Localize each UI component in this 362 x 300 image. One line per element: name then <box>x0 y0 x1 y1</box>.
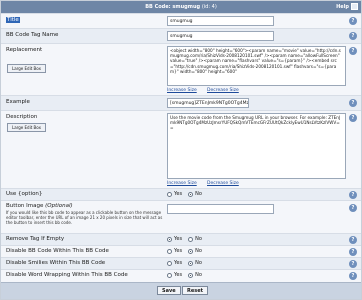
row-disable-bbcode: Disable BB Code Within This BB Code Yes … <box>1 245 361 257</box>
row-tag-name: BB Code Tag Name smugmug ? <box>1 28 361 43</box>
row-replacement: Replacement Large Edit Box <object width… <box>1 43 361 95</box>
title-input[interactable]: smugmug <box>167 16 274 26</box>
form-id: (id: 4) <box>201 4 217 10</box>
help-icon[interactable]: ? <box>349 114 357 122</box>
replacement-large-edit-button[interactable]: Large Edit Box <box>7 64 46 73</box>
help-icon[interactable]: ? <box>349 32 357 40</box>
description-decrease-size[interactable]: Decrease Size <box>207 181 239 186</box>
replacement-decrease-size[interactable]: Decrease Size <box>207 88 239 93</box>
replacement-increase-size[interactable]: Increase Size <box>167 88 197 93</box>
form-footer: Save Reset <box>1 282 361 299</box>
disable-smilies-radios: Yes No <box>167 260 202 266</box>
row-title: Title smugmug ? <box>1 13 361 28</box>
description-increase-size[interactable]: Increase Size <box>167 181 197 186</box>
radio-no-icon[interactable] <box>188 236 194 242</box>
radio-no-icon[interactable] <box>188 260 194 266</box>
use-option-label: Use {option} <box>6 191 43 197</box>
description-large-edit-button[interactable]: Large Edit Box <box>7 123 46 132</box>
use-option-yes[interactable]: Yes <box>167 191 182 197</box>
disable-bbcode-no[interactable]: No <box>188 248 202 254</box>
remove-tag-no[interactable]: No <box>188 236 202 242</box>
example-label: Example <box>6 99 30 105</box>
row-example: Example [smugmug]ZTEnJmk9NTg0OTg4MzUz ? <box>1 95 361 110</box>
tag-name-input[interactable]: smugmug <box>167 31 274 41</box>
use-option-no[interactable]: No <box>188 191 202 197</box>
disable-wrapping-label: Disable Word Wrapping Within This BB Cod… <box>6 272 128 278</box>
help-icon[interactable]: ? <box>349 47 357 55</box>
replacement-textarea[interactable]: <object width="800" height="600"><param … <box>167 46 346 86</box>
radio-yes-icon[interactable] <box>167 236 172 242</box>
button-image-input[interactable] <box>167 204 274 214</box>
disable-smilies-label: Disable Smilies Within This BB Code <box>6 260 106 266</box>
row-use-option: Use {option} Yes No ? <box>1 188 361 200</box>
remove-tag-label: Remove Tag If Empty <box>6 236 65 242</box>
disable-wrapping-radios: Yes No <box>167 272 202 278</box>
description-label: Description <box>6 114 38 120</box>
remove-tag-yes[interactable]: Yes <box>167 236 182 242</box>
save-button[interactable]: Save <box>157 286 181 295</box>
tag-name-label: BB Code Tag Name <box>6 32 59 38</box>
replacement-label: Replacement <box>6 47 43 53</box>
remove-tag-radios: Yes No <box>167 236 202 242</box>
radio-yes-icon[interactable] <box>167 248 172 254</box>
radio-no-icon[interactable] <box>188 272 194 278</box>
title-label: Title <box>6 17 20 23</box>
radio-yes-icon[interactable] <box>167 191 172 197</box>
row-description: Description Large Edit Box Use the movie… <box>1 110 361 188</box>
description-textarea[interactable]: Use the movie code from the Smugmug URL … <box>167 113 346 179</box>
row-button-image: Button Image (Optional) If you would lik… <box>1 200 361 233</box>
disable-wrapping-yes[interactable]: Yes <box>167 272 182 278</box>
button-image-help: If you would like this bb code to appear… <box>6 210 163 225</box>
radio-no-icon[interactable] <box>188 248 194 254</box>
help-icon[interactable]: ? <box>349 191 357 199</box>
help-icon[interactable]: ? <box>349 260 357 268</box>
disable-bbcode-yes[interactable]: Yes <box>167 248 182 254</box>
row-disable-wrapping: Disable Word Wrapping Within This BB Cod… <box>1 269 361 282</box>
disable-bbcode-radios: Yes No <box>167 248 202 254</box>
help-icon[interactable]: ? <box>349 17 357 25</box>
bbcode-edit-form: BB Code: smugmug (id: 4) Help Title smug… <box>0 0 362 300</box>
radio-no-icon[interactable] <box>188 191 194 197</box>
disable-wrapping-no[interactable]: No <box>188 272 202 278</box>
help-icon[interactable]: ? <box>349 248 357 256</box>
disable-smilies-no[interactable]: No <box>188 260 202 266</box>
help-icon[interactable]: ? <box>349 272 357 280</box>
row-remove-tag: Remove Tag If Empty Yes No ? <box>1 233 361 245</box>
row-disable-smilies: Disable Smilies Within This BB Code Yes … <box>1 257 361 269</box>
help-icon[interactable]: ? <box>349 236 357 244</box>
disable-smilies-yes[interactable]: Yes <box>167 260 182 266</box>
example-input[interactable]: [smugmug]ZTEnJmk9NTg0OTg4MzUz <box>167 98 249 108</box>
help-icon[interactable]: ? <box>349 204 357 212</box>
help-icon[interactable]: ? <box>349 99 357 107</box>
reset-button[interactable]: Reset <box>182 286 208 295</box>
form-header: BB Code: smugmug (id: 4) Help <box>1 1 361 13</box>
form-title: BB Code: smugmug (id: 4) <box>145 4 217 10</box>
disable-bbcode-label: Disable BB Code Within This BB Code <box>6 248 109 254</box>
radio-yes-icon[interactable] <box>167 272 172 278</box>
collapse-icon[interactable] <box>351 3 358 10</box>
button-image-label: Button Image (Optional) <box>6 203 73 209</box>
help-link[interactable]: Help <box>336 4 349 10</box>
use-option-radios: Yes No <box>167 191 202 197</box>
radio-yes-icon[interactable] <box>167 260 172 266</box>
